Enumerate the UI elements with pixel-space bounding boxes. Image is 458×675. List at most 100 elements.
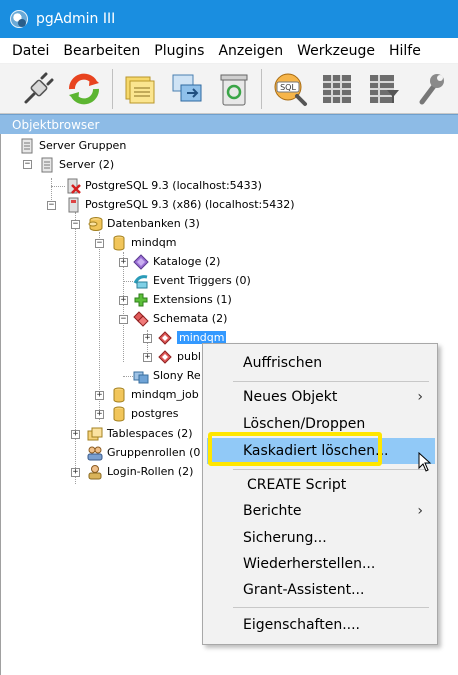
tree-node-database-mindqm-job[interactable]: mindqm_job	[111, 385, 199, 404]
sql-button[interactable]: SQL	[270, 69, 309, 109]
context-menu-label: Eigenschaften....	[243, 617, 361, 633]
group-roles-icon	[87, 446, 103, 460]
collapse-toggle[interactable]: −	[119, 315, 128, 324]
collapse-toggle[interactable]: −	[95, 239, 104, 248]
context-menu-label: Löschen/Droppen	[243, 416, 366, 432]
table-filter-icon	[369, 74, 399, 103]
tree-node-databases[interactable]: Datenbanken (3)	[87, 214, 200, 233]
tree-node-event-triggers[interactable]: Event Triggers (0)	[133, 271, 251, 290]
tree-node-login-roles[interactable]: Login-Rollen (2)	[87, 462, 193, 481]
context-menu-new-object[interactable]: Neues Objekt ›	[203, 384, 437, 410]
event-trigger-icon	[133, 274, 148, 288]
tree-label: PostgreSQL 9.3 (localhost:5433)	[85, 179, 262, 192]
databases-icon	[88, 216, 103, 231]
connect-button[interactable]	[18, 69, 57, 109]
menu-anzeigen[interactable]: Anzeigen	[218, 43, 283, 59]
tree-node-schemata[interactable]: Schemata (2)	[133, 309, 227, 328]
expand-toggle[interactable]: +	[143, 353, 152, 362]
database-icon	[113, 387, 125, 402]
expand-toggle[interactable]: +	[95, 410, 104, 419]
tree-node-tablespaces[interactable]: Tablespaces (2)	[87, 424, 193, 443]
tree-label: Event Triggers (0)	[153, 274, 251, 287]
database-icon	[113, 235, 125, 250]
tree-node-server-groups[interactable]: Server Gruppen	[19, 136, 126, 155]
sql-icon: SQL	[274, 73, 307, 106]
tree-label: Extensions (1)	[153, 293, 232, 306]
view-data-button[interactable]	[317, 69, 356, 109]
tree-label: Tablespaces (2)	[107, 427, 193, 440]
menu-bearbeiten[interactable]: Bearbeiten	[63, 43, 140, 59]
properties-icon	[125, 76, 155, 103]
plug-icon	[24, 72, 54, 103]
tree-label: postgres	[131, 407, 179, 420]
toolbar: SQL	[0, 64, 458, 114]
context-menu-label: Neues Objekt	[243, 389, 338, 405]
context-menu-properties[interactable]: Eigenschaften....	[203, 612, 437, 638]
login-roles-icon	[88, 464, 102, 479]
expand-toggle[interactable]: +	[143, 334, 152, 343]
menu-werkzeuge[interactable]: Werkzeuge	[297, 43, 375, 59]
server-connected-icon	[68, 197, 79, 212]
filter-data-button[interactable]	[364, 69, 403, 109]
context-menu-backup[interactable]: Sicherung...	[203, 525, 437, 551]
collapse-toggle[interactable]: −	[47, 201, 56, 210]
tree-label: mindqm_job	[131, 388, 199, 401]
tree-node-database-mindqm[interactable]: mindqm	[111, 233, 176, 252]
tree-node-schema-public[interactable]: publ	[157, 347, 201, 366]
object-browser-title: Objektbrowser	[12, 117, 100, 132]
tree-line	[123, 281, 133, 282]
menu-hilfe[interactable]: Hilfe	[389, 43, 421, 59]
schemas-icon	[133, 310, 149, 327]
context-menu-label: Berichte	[243, 503, 302, 519]
menu-datei[interactable]: Datei	[12, 43, 49, 59]
context-menu-refresh[interactable]: Auffrischen	[203, 350, 437, 376]
context-menu-restore[interactable]: Wiederherstellen...	[203, 551, 437, 577]
expand-toggle[interactable]: +	[71, 468, 80, 477]
tree-node-slony[interactable]: Slony Re	[133, 366, 201, 385]
expand-toggle[interactable]: +	[119, 258, 128, 267]
tree-label: Login-Rollen (2)	[107, 465, 194, 478]
tree-label: Server (2)	[59, 158, 115, 171]
tree-node-servers[interactable]: Server (2)	[39, 155, 114, 174]
tree-node-server-pg93[interactable]: PostgreSQL 9.3 (localhost:5433)	[65, 176, 262, 195]
refresh-button[interactable]	[65, 69, 104, 109]
context-menu-create-script[interactable]: CREATE Script	[203, 472, 437, 498]
server-group-icon	[21, 138, 33, 153]
context-menu-grant-wizard[interactable]: Grant-Assistent...	[203, 577, 437, 603]
catalog-icon	[133, 253, 149, 270]
expand-toggle[interactable]: +	[119, 296, 128, 305]
delete-button[interactable]	[215, 69, 254, 109]
tree-label: Gruppenrollen (0	[107, 446, 201, 459]
submenu-arrow-icon: ›	[417, 389, 423, 405]
highlight-annotation	[208, 432, 382, 466]
context-menu-reports[interactable]: Berichte ›	[203, 498, 437, 524]
tree-node-server-pg93-x86[interactable]: PostgreSQL 9.3 (x86) (localhost:5432)	[65, 195, 295, 214]
menu-plugins[interactable]: Plugins	[154, 43, 204, 59]
tree-line	[51, 186, 65, 187]
create-object-button[interactable]	[168, 69, 207, 109]
pgadmin-elephant-icon	[10, 10, 28, 28]
context-menu-label: Sicherung...	[243, 530, 327, 546]
collapse-toggle[interactable]: −	[23, 160, 32, 169]
title-bar[interactable]: pgAdmin III	[0, 0, 458, 38]
tree-label: Slony Re	[153, 369, 201, 382]
create-object-icon	[172, 74, 202, 101]
tree-node-catalogs[interactable]: Kataloge (2)	[133, 252, 220, 271]
submenu-arrow-icon: ›	[417, 503, 423, 519]
tree-label: mindqm	[131, 236, 177, 249]
expand-toggle[interactable]: +	[95, 391, 104, 400]
tree-node-database-postgres[interactable]: postgres	[111, 404, 179, 423]
tree-node-extensions[interactable]: Extensions (1)	[133, 290, 232, 309]
tree-line	[75, 212, 76, 432]
tree-node-group-roles[interactable]: Gruppenrollen (0	[87, 443, 200, 462]
maintenance-button[interactable]	[411, 69, 450, 109]
tree-line	[123, 252, 124, 362]
object-browser-header: Objektbrowser	[0, 114, 458, 134]
tree-label: Server Gruppen	[39, 139, 127, 152]
properties-button[interactable]	[121, 69, 160, 109]
expand-toggle[interactable]: +	[71, 430, 80, 439]
recycle-bin-icon	[220, 74, 248, 105]
svg-text:SQL: SQL	[280, 83, 296, 92]
collapse-toggle[interactable]: −	[71, 220, 80, 229]
tree-label: Kataloge (2)	[153, 255, 221, 268]
